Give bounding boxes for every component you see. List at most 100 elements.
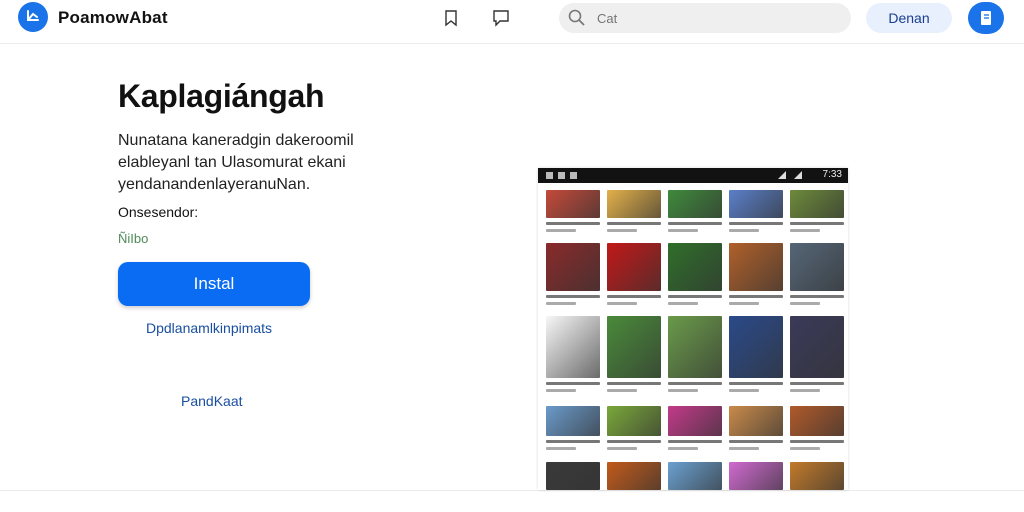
book-icon[interactable] — [968, 2, 1004, 34]
preview-tile — [546, 462, 600, 490]
top-bar: PoamowAbat Denan — [0, 0, 1024, 44]
tile-image — [668, 406, 722, 436]
signal-icon — [794, 171, 802, 179]
details-link[interactable]: Dpdlanamlkinpimats — [146, 320, 272, 336]
preview-tile — [729, 316, 783, 392]
tile-caption-line — [790, 222, 844, 225]
logo-icon[interactable] — [18, 2, 48, 32]
tile-image — [607, 190, 661, 218]
preview-tile — [668, 316, 722, 392]
preview-tile — [790, 462, 844, 490]
secondary-link[interactable]: PandKaat — [181, 393, 243, 409]
bookmark-icon[interactable] — [440, 7, 462, 29]
tile-image — [607, 406, 661, 436]
preview-tile — [790, 316, 844, 392]
tile-image — [668, 243, 722, 291]
status-time: 7:33 — [822, 169, 842, 180]
tile-caption-line — [790, 295, 844, 298]
tile-caption-line — [729, 389, 759, 392]
tile-caption-line — [790, 229, 820, 232]
tile-image — [729, 190, 783, 218]
tile-image — [790, 406, 844, 436]
page-title: Kaplagiángah — [118, 78, 325, 114]
tile-caption-line — [546, 229, 576, 232]
tile-caption-line — [729, 382, 783, 385]
tile-image — [607, 462, 661, 490]
tile-caption-line — [607, 302, 637, 305]
preview-tile — [790, 190, 844, 232]
search-icon — [567, 8, 587, 33]
preview-tile — [668, 406, 722, 450]
tile-caption-line — [546, 447, 576, 450]
tile-image — [668, 316, 722, 378]
preview-tile — [546, 190, 600, 232]
tile-caption-line — [668, 382, 722, 385]
tile-caption-line — [668, 389, 698, 392]
status-bar: 7:33 — [538, 168, 848, 183]
tile-image — [790, 462, 844, 490]
tile-image — [607, 243, 661, 291]
tile-caption-line — [729, 440, 783, 443]
vendor-label: Onsesendor: — [118, 204, 199, 220]
tile-caption-line — [729, 302, 759, 305]
denan-button[interactable]: Denan — [866, 3, 952, 33]
tile-image — [546, 316, 600, 378]
tile-caption-line — [607, 222, 661, 225]
tile-image — [790, 316, 844, 378]
tile-caption-line — [607, 382, 661, 385]
tile-caption-line — [546, 389, 576, 392]
tile-caption-line — [668, 222, 722, 225]
tile-image — [668, 462, 722, 490]
tile-image — [790, 243, 844, 291]
install-button[interactable]: Instal — [118, 262, 310, 306]
tile-image — [729, 462, 783, 490]
app-description: Nunatana kaneradgin dakeroomil elableyan… — [118, 130, 378, 196]
preview-tile — [668, 190, 722, 232]
description-line: elableyanl tan Ulasomurat ekani — [118, 154, 346, 171]
tile-caption-line — [607, 440, 661, 443]
tile-caption-line — [729, 447, 759, 450]
tile-caption-line — [607, 447, 637, 450]
status-icon — [558, 172, 565, 179]
tile-image — [729, 406, 783, 436]
tile-image — [546, 243, 600, 291]
preview-tile — [546, 316, 600, 392]
app-preview-screenshot: 7:33 — [538, 168, 848, 490]
rating-text: ÑiIbo — [118, 231, 149, 246]
tile-caption-line — [546, 295, 600, 298]
search-bar[interactable] — [559, 3, 851, 33]
tile-caption-line — [790, 440, 844, 443]
preview-tile — [729, 243, 783, 305]
tile-caption-line — [729, 295, 783, 298]
tile-caption-line — [607, 389, 637, 392]
search-input[interactable] — [597, 10, 817, 26]
tile-caption-line — [668, 447, 698, 450]
tile-image — [668, 190, 722, 218]
tile-caption-line — [546, 440, 600, 443]
tile-image — [790, 190, 844, 218]
preview-tile — [607, 462, 661, 490]
tile-caption-line — [790, 302, 820, 305]
preview-tile — [790, 243, 844, 305]
preview-tile — [607, 316, 661, 392]
tile-caption-line — [729, 222, 783, 225]
tile-caption-line — [790, 447, 820, 450]
preview-tile — [668, 462, 722, 490]
preview-tile — [607, 190, 661, 232]
preview-tile — [729, 190, 783, 232]
chat-icon[interactable] — [490, 7, 512, 29]
tile-caption-line — [546, 382, 600, 385]
tile-caption-line — [546, 302, 576, 305]
brand-name: PoamowAbat — [58, 8, 168, 27]
tile-caption-line — [668, 295, 722, 298]
status-icon — [570, 172, 577, 179]
tile-caption-line — [790, 382, 844, 385]
preview-tile — [790, 406, 844, 450]
preview-tile — [546, 243, 600, 305]
tile-image — [607, 316, 661, 378]
tile-caption-line — [668, 302, 698, 305]
preview-tile — [729, 406, 783, 450]
tile-caption-line — [790, 389, 820, 392]
description-line: Nunatana kaneradgin dakeroomil — [118, 132, 354, 149]
divider — [0, 490, 1024, 491]
